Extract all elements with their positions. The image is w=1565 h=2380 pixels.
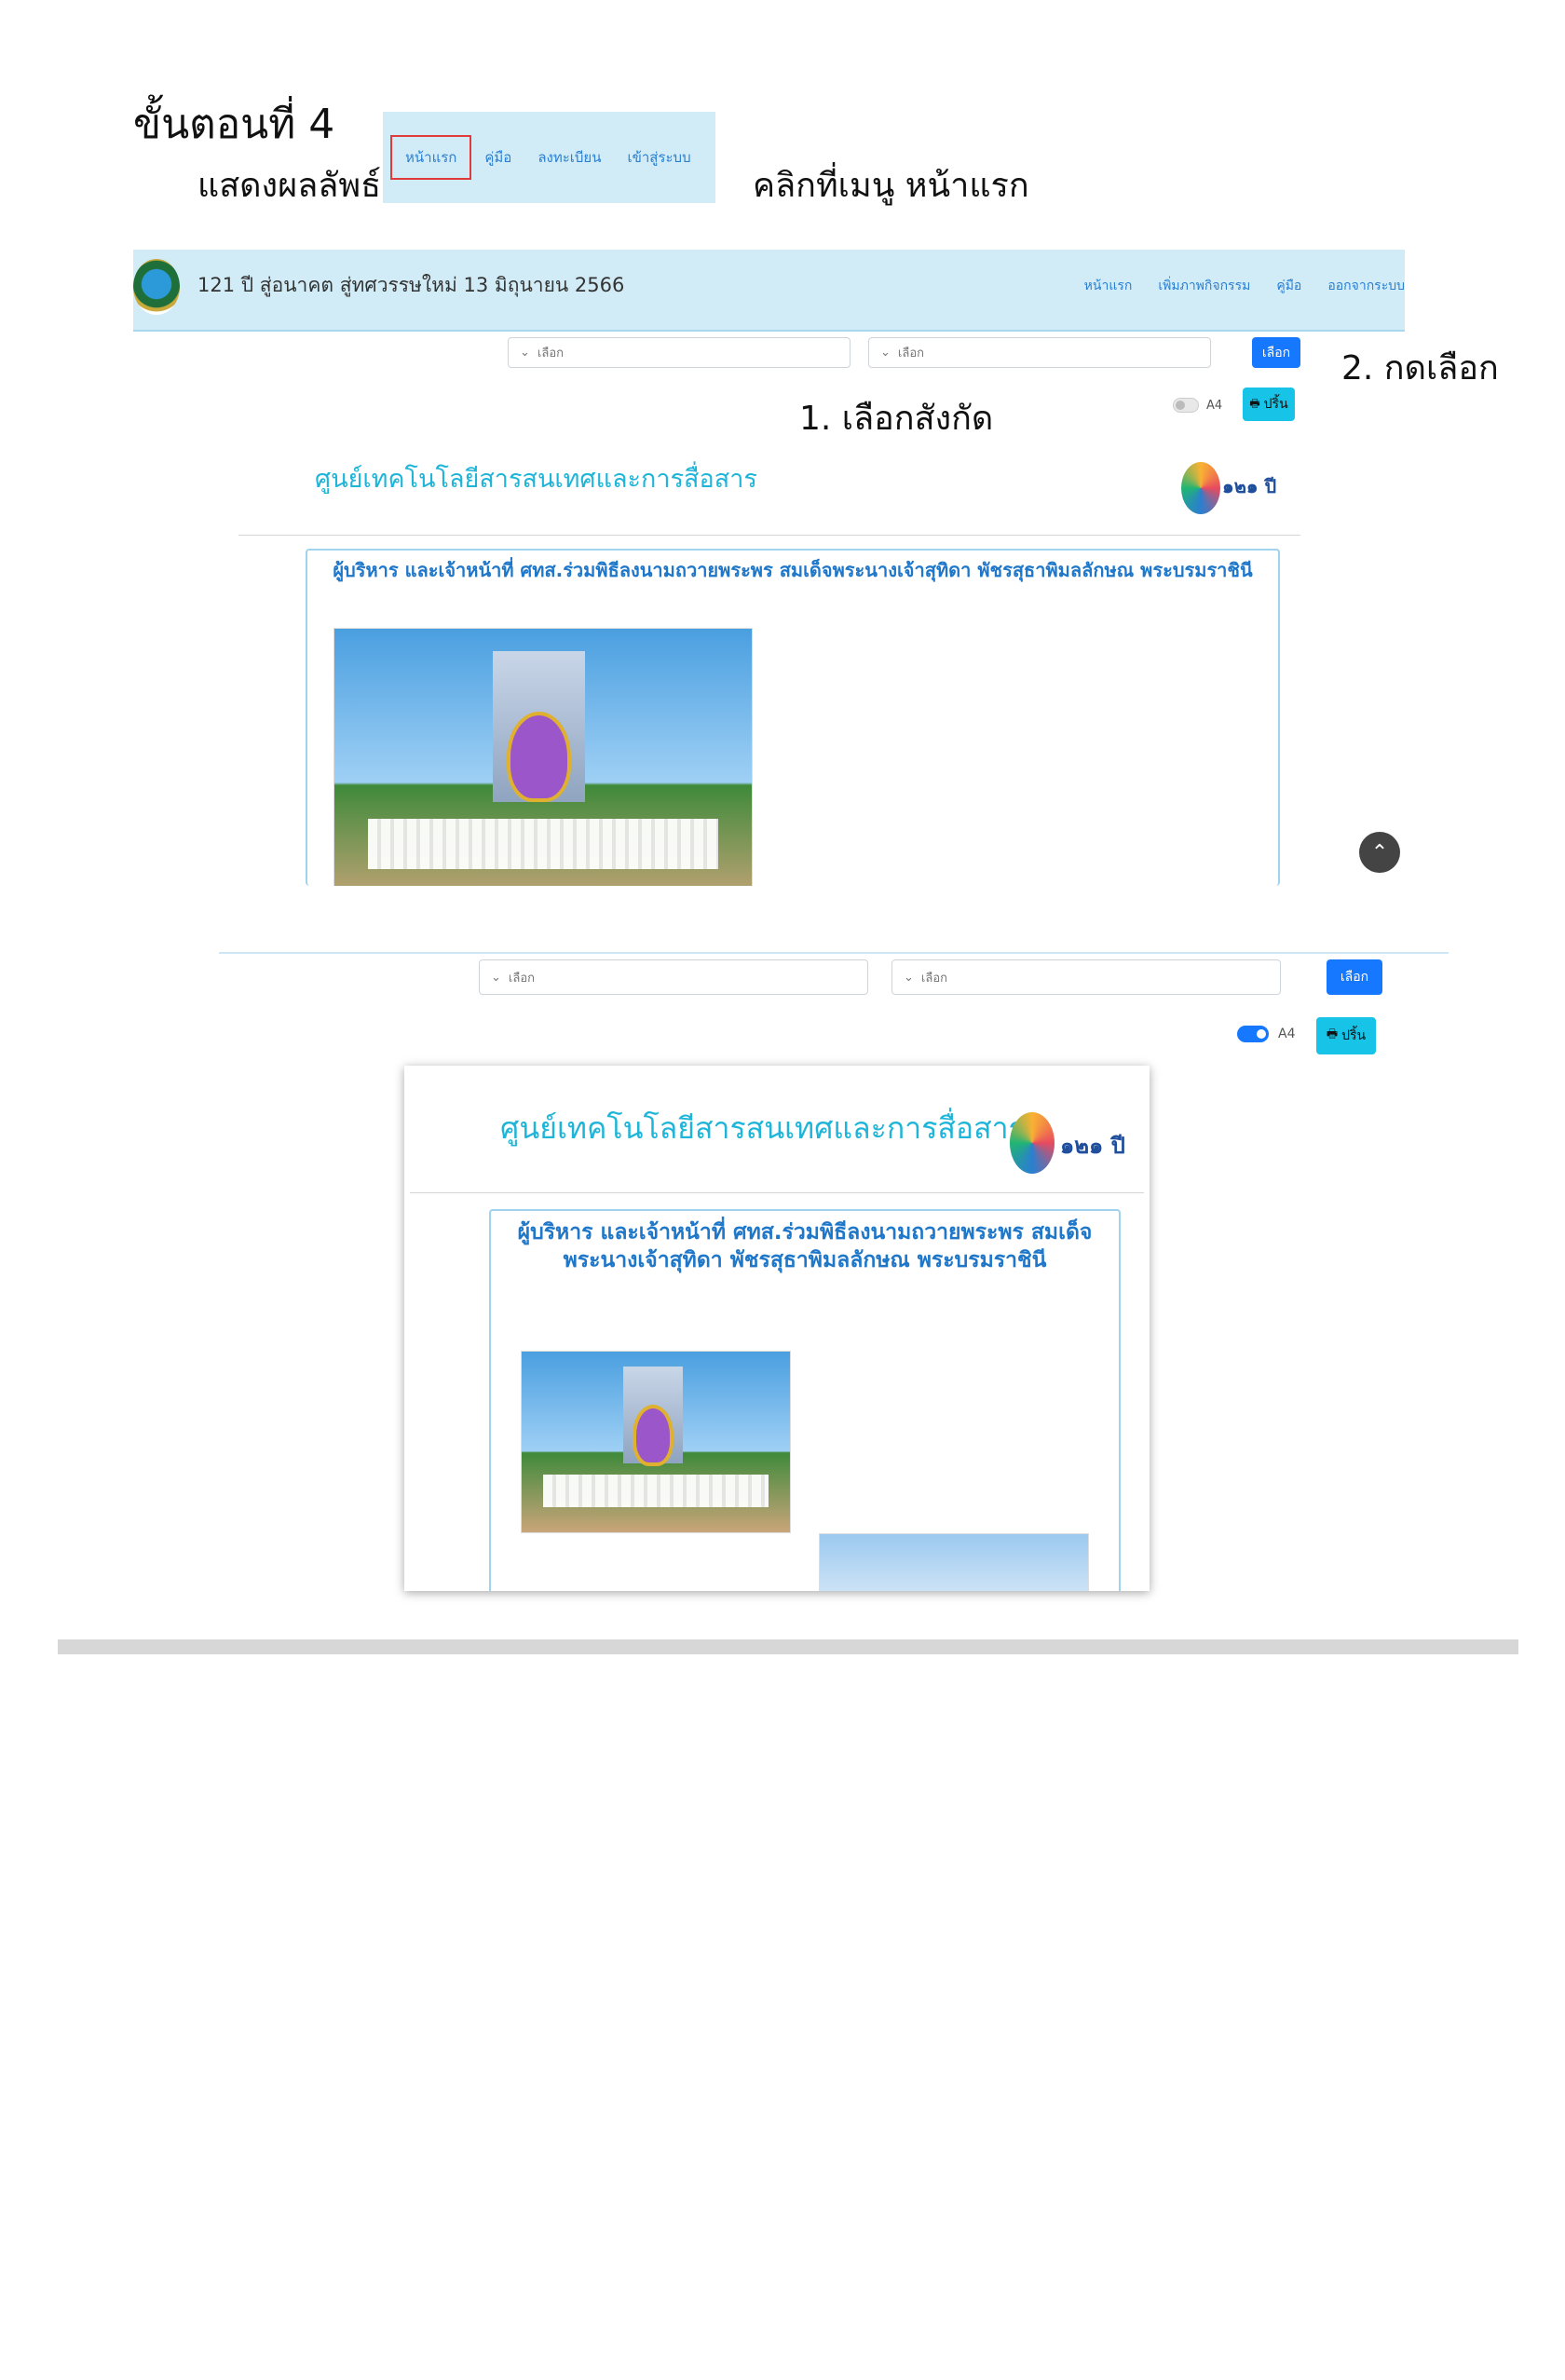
a4-preview-page: ศูนย์เทคโนโลยีสารสนเทศและการสื่อสาร ๑๒๑ …: [404, 1066, 1150, 1591]
report-divider-b: [410, 1192, 1144, 1193]
step-title: ขั้นตอนที่ 4: [133, 101, 335, 148]
scroll-to-top-button[interactable]: ⌃: [1359, 832, 1400, 873]
select-value: เลือก: [897, 347, 924, 360]
chevron-down-icon: ⌄: [520, 346, 530, 360]
select-button[interactable]: เลือก: [1252, 337, 1300, 368]
chevron-up-icon: ⌃: [1370, 840, 1389, 864]
select-value: เลือก: [537, 347, 564, 360]
seal-logo-icon: [133, 259, 180, 315]
a4-toggle-on[interactable]: [1237, 1026, 1269, 1042]
report-title-line2: พระนางเจ้าสุทิดา พัชรสุธาพิมลลักษณ พระบร…: [563, 1248, 1047, 1272]
affiliation-select-2b[interactable]: ⌄ เลือก: [891, 959, 1281, 995]
select-value: เลือก: [508, 971, 535, 986]
report-title-b: ผู้บริหาร และเจ้าหน้าที่ ศทส.ร่วมพิธีลงน…: [491, 1218, 1119, 1274]
org-name: ศูนย์เทคโนโลยีสารสนเทศและการสื่อสาร: [315, 465, 757, 494]
report-title: ผู้บริหาร และเจ้าหน้าที่ ศทส.ร่วมพิธีลงน…: [333, 559, 1253, 581]
print-label: ปริ้น: [1263, 397, 1288, 412]
affiliation-select-2[interactable]: ⌄ เลือก: [868, 337, 1211, 368]
chevron-down-icon: ⌄: [880, 346, 891, 360]
photo-ceremony-b: [819, 1533, 1089, 1591]
report-frame-b: ผู้บริหาร และเจ้าหน้าที่ ศทส.ร่วมพิธีลงน…: [489, 1209, 1121, 1591]
chevron-down-icon: ⌄: [904, 970, 914, 985]
select-button-b[interactable]: เลือก: [1327, 959, 1382, 995]
a4-toggle-group-b: A4: [1237, 1026, 1295, 1042]
note-step2: 2. กดเลือก: [1341, 349, 1499, 388]
report-frame: ผู้บริหาร และเจ้าหน้าที่ ศทส.ร่วมพิธีลงน…: [306, 549, 1280, 886]
note-step1: 1. เลือกสังกัด: [799, 400, 994, 438]
printer-icon: 🖶: [1326, 1027, 1339, 1041]
photo-group-b: [521, 1351, 791, 1533]
bottom-separator: [58, 1639, 1518, 1654]
mini-nav-screenshot: หน้าแรก คู่มือ ลงทะเบียน เข้าสู่ระบบ: [383, 112, 715, 203]
anniversary-logo-icon: ๑๒๑ ปี: [1010, 1108, 1131, 1179]
app-nav: หน้าแรก เพิ่มภาพกิจกรรม คู่มือ ออกจากระบ…: [1084, 276, 1405, 296]
anniversary-logo-icon: ๑๒๑ ปี: [1181, 458, 1286, 518]
report-divider: [238, 535, 1300, 536]
print-button-b[interactable]: 🖶 ปริ้น: [1316, 1017, 1376, 1054]
report-title-line1: ผู้บริหาร และเจ้าหน้าที่ ศทส.ร่วมพิธีลงน…: [517, 1220, 1093, 1244]
result-label: แสดงผลลัพธ์: [197, 167, 382, 205]
section-divider: [219, 952, 1449, 954]
mini-nav-home[interactable]: หน้าแรก: [390, 135, 472, 180]
photo-group: [333, 628, 753, 886]
nav-home[interactable]: หน้าแรก: [1084, 276, 1133, 296]
nav-manual[interactable]: คู่มือ: [1276, 276, 1301, 296]
affiliation-select-1b[interactable]: ⌄ เลือก: [479, 959, 868, 995]
nav-logout[interactable]: ออกจากระบบ: [1327, 276, 1405, 296]
affiliation-select-1[interactable]: ⌄ เลือก: [508, 337, 851, 368]
select-value: เลือก: [920, 971, 947, 986]
nav-add-activity[interactable]: เพิ่มภาพกิจกรรม: [1158, 276, 1250, 296]
chevron-down-icon: ⌄: [491, 970, 501, 985]
a4-toggle[interactable]: [1173, 398, 1199, 413]
org-name-b: ศูนย์เทคโนโลยีสารสนเทศและการสื่อสาร: [500, 1110, 1025, 1146]
print-button[interactable]: 🖶 ปริ้น: [1243, 388, 1295, 421]
a4-label: A4: [1206, 398, 1223, 413]
app-title: 121 ปี สู่อนาคต สู่ทศวรรษใหม่ 13 มิถุนาย…: [197, 274, 625, 296]
mini-nav-login[interactable]: เข้าสู่ระบบ: [614, 146, 703, 169]
printer-icon: 🖶: [1249, 396, 1260, 410]
mini-nav-manual[interactable]: คู่มือ: [471, 146, 524, 169]
print-label-b: ปริ้น: [1341, 1028, 1367, 1043]
mini-nav-register[interactable]: ลงทะเบียน: [524, 146, 614, 169]
click-instruction: คลิกที่เมนู หน้าแรก: [753, 167, 1029, 205]
a4-toggle-group: A4: [1173, 398, 1222, 413]
a4-label-b: A4: [1278, 1027, 1296, 1041]
